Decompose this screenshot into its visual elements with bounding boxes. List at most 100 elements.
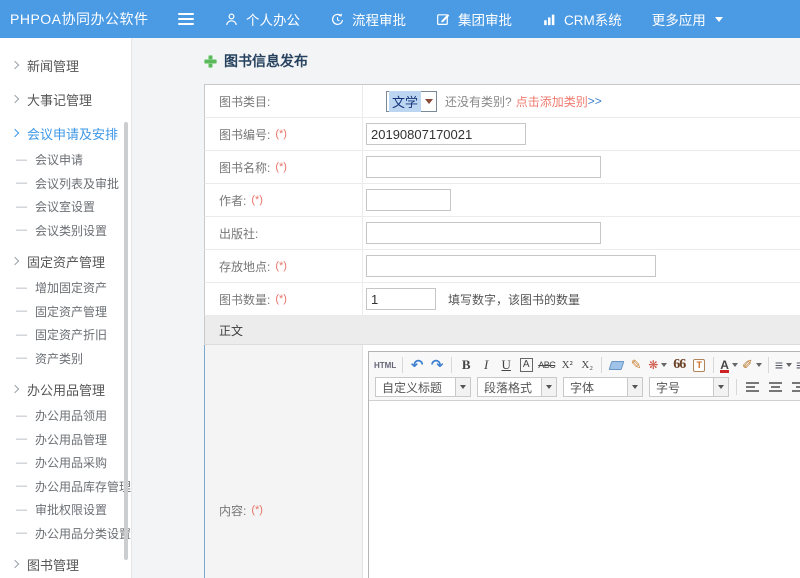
sidebar-item-label: 固定资产折旧	[35, 326, 107, 343]
toolbar-divider	[736, 379, 737, 395]
nav-item[interactable]: 流程审批	[330, 9, 406, 29]
sidebar-item[interactable]: —会议室设置	[0, 195, 131, 219]
italic-icon[interactable]: I	[478, 356, 494, 374]
sidebar-item[interactable]: 图书管理	[0, 549, 131, 578]
caret-down-icon[interactable]	[541, 378, 556, 396]
redo-icon[interactable]: ↷	[429, 356, 445, 374]
location-input[interactable]	[366, 255, 656, 277]
sidebar-item[interactable]: —办公用品管理	[0, 428, 131, 452]
caret-down-icon[interactable]	[627, 378, 642, 396]
field-label: 存放地点:	[219, 258, 270, 275]
sidebar-item-label: 图书管理	[27, 555, 79, 574]
sidebar-item[interactable]: 办公用品管理	[0, 374, 131, 404]
dash-icon: —	[16, 527, 27, 539]
autotypeset-icon[interactable]: A	[518, 356, 534, 374]
dash-icon: —	[16, 433, 27, 445]
required-mark: (*)	[275, 128, 287, 140]
sidebar-item[interactable]: —会议类别设置	[0, 219, 131, 243]
add-category-link[interactable]: 点击添加类别	[516, 93, 588, 110]
sidebar-item-label: 固定资产管理	[35, 303, 107, 320]
font-family-select[interactable]: 字体	[563, 377, 643, 397]
section-header: 正文	[204, 316, 800, 345]
sidebar-item[interactable]: 大事记管理	[0, 84, 131, 114]
toolbar-divider	[768, 357, 769, 373]
blockquote-icon[interactable]: 66	[671, 356, 687, 374]
chevron-right-icon	[11, 129, 19, 137]
page-title-text: 图书信息发布	[224, 51, 308, 71]
sidebar-item[interactable]: 新闻管理	[0, 50, 131, 80]
quantity-input[interactable]	[366, 288, 436, 310]
nav-item[interactable]: 集团审批	[436, 9, 512, 29]
source-code-icon[interactable]: HTML	[374, 356, 396, 374]
toolbar-divider	[713, 357, 714, 373]
sidebar-item[interactable]: —增加固定资产	[0, 276, 131, 300]
undo-icon[interactable]: ↶	[409, 356, 425, 374]
book-name-input[interactable]	[366, 156, 601, 178]
field-label: 图书数量:	[219, 291, 270, 308]
sidebar-item-label: 增加固定资产	[35, 279, 107, 296]
add-category-link-arrows[interactable]: >>	[588, 94, 602, 108]
sidebar-item[interactable]: —审批权限设置	[0, 498, 131, 522]
dash-icon: —	[16, 305, 27, 317]
chevron-right-icon	[11, 560, 19, 568]
form-row-location: 存放地点: (*)	[204, 250, 800, 283]
unordered-list-icon[interactable]: ≡	[796, 356, 800, 374]
nav-item-label: CRM系统	[564, 9, 622, 29]
form-row-quantity: 图书数量: (*) 填写数字，该图书的数量	[204, 283, 800, 316]
subscript-icon[interactable]: X₂	[579, 356, 595, 374]
caret-down-icon	[661, 363, 667, 367]
align-center-icon[interactable]	[769, 382, 782, 392]
sidebar-item[interactable]: —办公用品采购	[0, 451, 131, 475]
font-color-icon[interactable]: A	[720, 356, 738, 374]
select-caret-icon	[425, 99, 433, 104]
publisher-input[interactable]	[366, 222, 601, 244]
nav-item[interactable]: 个人办公	[224, 9, 300, 29]
sidebar-item[interactable]: — 固定资产管理	[0, 300, 131, 324]
hamburger-icon[interactable]	[178, 13, 194, 25]
sidebar-item-label: 办公用品领用	[35, 407, 107, 424]
editor-content-area[interactable]	[369, 401, 800, 578]
sidebar-item[interactable]: —会议申请	[0, 148, 131, 172]
sidebar-item[interactable]: —会议列表及审批	[0, 172, 131, 196]
sidebar-scrollbar[interactable]	[124, 122, 128, 560]
ordered-list-icon[interactable]: ≡	[775, 356, 792, 374]
nav-item[interactable]: CRM系统	[542, 9, 622, 29]
bold-icon[interactable]: B	[458, 356, 474, 374]
sidebar-item-label: 办公用品分类设置	[35, 525, 131, 542]
sidebar-item[interactable]: 固定资产管理	[0, 246, 131, 276]
sidebar-item[interactable]: — 办公用品分类设置	[0, 522, 131, 546]
align-left-icon[interactable]	[746, 382, 759, 392]
app-logo: PHPOA协同办公软件	[0, 9, 170, 29]
caret-down-icon[interactable]	[455, 378, 470, 396]
chevron-right-icon	[11, 61, 19, 69]
sidebar-item[interactable]: — 固定资产折旧	[0, 323, 131, 347]
sidebar-item[interactable]: 会议申请及安排	[0, 118, 131, 148]
category-select[interactable]: 文学	[386, 91, 437, 112]
underline-icon[interactable]: U	[498, 356, 514, 374]
dash-icon: —	[16, 329, 27, 341]
form-row-category: 图书类目: 文学 还没有类别? 点击添加类别 >>	[204, 85, 800, 118]
sidebar-item[interactable]: —资产类别	[0, 347, 131, 371]
paste-template-icon[interactable]: T	[691, 356, 707, 374]
sidebar-item[interactable]: —办公用品领用	[0, 404, 131, 428]
custom-title-select[interactable]: 自定义标题	[375, 377, 471, 397]
highlight-pen-icon[interactable]: ✐	[742, 356, 762, 374]
eraser-icon[interactable]	[608, 356, 624, 374]
caret-down-icon[interactable]	[713, 378, 728, 396]
font-size-select[interactable]: 字号	[649, 377, 729, 397]
process-icon	[330, 12, 345, 27]
align-right-icon[interactable]	[792, 382, 800, 392]
book-number-input[interactable]	[366, 123, 526, 145]
nav-item[interactable]: 更多应用	[652, 9, 723, 29]
caret-down-icon	[756, 363, 762, 367]
paragraph-format-select[interactable]: 段落格式	[477, 377, 557, 397]
remove-format-icon[interactable]: ❋	[648, 356, 667, 374]
category-hint: 还没有类别?	[445, 93, 512, 110]
author-input[interactable]	[366, 189, 451, 211]
field-label: 出版社:	[219, 225, 258, 242]
format-painter-icon[interactable]: ✎	[628, 356, 644, 374]
sidebar-item-label: 固定资产管理	[27, 252, 105, 271]
sidebar-item[interactable]: —办公用品库存管理	[0, 475, 131, 499]
superscript-icon[interactable]: X²	[559, 356, 575, 374]
strikethrough-icon[interactable]: ABC	[538, 356, 555, 374]
